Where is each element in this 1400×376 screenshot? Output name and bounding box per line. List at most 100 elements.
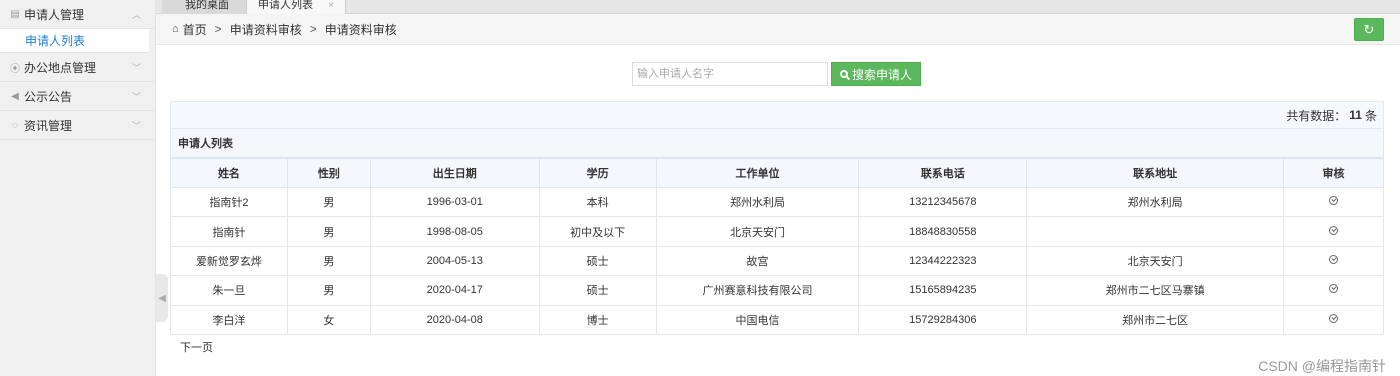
cell-review [1283,304,1384,335]
review-check-icon[interactable] [1329,313,1338,323]
close-icon[interactable]: × [328,0,334,11]
cell-birthdate: 1996-03-01 [369,186,540,218]
cell-phone: 15165894235 [858,275,1028,306]
column-header-review: 审核 [1283,158,1384,188]
table-row: 指南针 男 1998-08-05 初中及以下 北京天安门 18848830558 [170,216,1384,247]
cell-employer: 中国电信 [655,304,860,335]
watermark: CSDN @编程指南针 [1258,358,1386,374]
cell-address: 北京天安门 [1026,245,1285,277]
cell-gender: 男 [286,186,371,218]
table-header-row: 姓名 性别 出生日期 学历 工作单位 联系电话 联系地址 审核 [170,158,1384,188]
cell-gender: 男 [286,275,371,306]
record-count-bar: 共有数据： 11 条 [170,101,1384,129]
breadcrumb: ⌂ 首页 > 申请资料审核 > 申请资料审核 ↻ [156,14,1400,45]
cell-name: 朱一旦 [170,275,288,306]
column-header-employer: 工作单位 [655,158,860,188]
cell-name: 李白洋 [170,304,288,335]
cell-phone: 12344222323 [858,245,1028,277]
sidebar-collapse-handle[interactable]: ◀ [156,274,168,322]
sidebar-item-news[interactable]: ◌ 资讯管理 ﹀ [0,111,155,140]
table-title: 申请人列表 [170,129,1384,158]
next-page-link[interactable]: 下一页 [180,339,213,355]
cell-name: 指南针 [170,216,288,247]
cell-address: 郑州市二七区 [1026,304,1285,335]
cell-employer: 广州赛意科技有限公司 [655,275,860,306]
breadcrumb-level1: 申请资料审核 [229,22,302,37]
cell-address: 郑州市二七区马寨镇 [1026,275,1285,306]
refresh-icon: ↻ [1363,21,1375,37]
column-header-phone: 联系电话 [858,158,1028,188]
cell-phone: 15729284306 [858,304,1028,335]
cell-phone: 13212345678 [858,186,1028,218]
cell-gender: 男 [286,216,371,247]
review-check-icon[interactable] [1329,254,1338,264]
cell-review [1283,245,1384,277]
sidebar-subitem-label: 申请人列表 [25,34,86,48]
search-input[interactable] [632,62,828,86]
cell-education: 初中及以下 [538,216,657,247]
cell-birthdate: 1998-08-05 [369,216,540,247]
search-button-label: 搜索申请人 [851,67,912,82]
breadcrumb-separator: > [309,22,317,36]
cell-phone: 18848830558 [858,216,1028,247]
chevron-down-icon: ﹀ [131,92,141,102]
tab-label: 我的桌面 [185,0,229,11]
breadcrumb-home[interactable]: 首页 [183,21,207,38]
search-button[interactable]: 搜索申请人 [831,62,921,86]
cell-review [1283,186,1384,218]
sidebar-subitem-applicant-list[interactable]: 申请人列表 [0,29,149,53]
cell-name: 指南针2 [170,186,288,218]
cell-address [1026,216,1285,247]
cell-education: 硕士 [538,275,657,306]
sidebar-item-label: 申请人管理 [24,7,85,22]
review-check-icon[interactable] [1329,225,1338,235]
record-count-prefix: 共有数据： [1286,108,1347,123]
chevron-left-icon: ◀ [158,292,166,304]
tab-applicant-list[interactable]: 申请人列表 × [246,0,346,14]
cell-review [1283,275,1384,306]
cell-review [1283,216,1384,247]
record-count-suffix: 条 [1364,108,1377,123]
cell-birthdate: 2020-04-08 [369,304,540,335]
column-header-birthdate: 出生日期 [369,158,540,188]
sidebar-item-label: 资讯管理 [24,118,73,133]
cell-address: 郑州水利局 [1026,186,1285,218]
table-row: 李白洋 女 2020-04-08 博士 中国电信 15729284306 郑州市… [170,304,1384,335]
cell-employer: 郑州水利局 [655,186,860,218]
sidebar-item-office-location[interactable]: ⦿ 办公地点管理 ﹀ [0,53,155,82]
applicant-table: 姓名 性别 出生日期 学历 工作单位 联系电话 联系地址 审核 指南针2 男 1… [170,158,1384,335]
chevron-down-icon: ﹀ [131,121,141,131]
list-icon: ▤ [10,8,20,20]
chevron-down-icon: ﹀ [131,63,141,73]
home-icon: ⌂ [172,23,179,35]
sidebar-item-announcements[interactable]: ◀ 公示公告 ﹀ [0,82,155,111]
cell-education: 博士 [538,304,657,335]
table-row: 朱一旦 男 2020-04-17 硕士 广州赛意科技有限公司 151658942… [170,275,1384,306]
sidebar: ▤ 申请人管理 ︿ 申请人列表 ⦿ 办公地点管理 ﹀ ◀ 公示公告 ﹀ ◌ 资讯… [0,0,156,376]
column-header-name: 姓名 [170,158,288,188]
table-row: 爱新觉罗玄烨 男 2004-05-13 硕士 故宫 12344222323 北京… [170,245,1384,277]
breadcrumb-separator: > [214,22,222,36]
cell-employer: 故宫 [655,245,860,277]
tab-label: 申请人列表 [258,0,314,11]
tab-home[interactable]: 我的桌面 [162,0,252,14]
cell-gender: 男 [286,245,371,277]
column-header-education: 学历 [538,158,657,188]
review-check-icon[interactable] [1329,284,1338,294]
cell-employer: 北京天安门 [655,216,860,247]
refresh-button[interactable]: ↻ [1354,18,1384,41]
breadcrumb-level2: 申请资料审核 [324,22,397,37]
chevron-up-icon: ︿ [131,10,141,20]
cell-name: 爱新觉罗玄烨 [170,245,288,277]
search-icon [839,70,848,78]
location-icon: ⦿ [10,63,20,75]
table-row: 指南针2 男 1996-03-01 本科 郑州水利局 13212345678 郑… [170,186,1384,218]
record-count-value: 11 [1349,108,1362,122]
sidebar-item-applicant-management[interactable]: ▤ 申请人管理 ︿ [0,0,155,29]
megaphone-icon: ◀ [11,90,19,102]
column-header-address: 联系地址 [1026,158,1285,188]
chat-icon: ◌ [12,119,18,131]
review-check-icon[interactable] [1329,196,1338,206]
cell-birthdate: 2020-04-17 [369,275,540,306]
cell-education: 硕士 [538,245,657,277]
